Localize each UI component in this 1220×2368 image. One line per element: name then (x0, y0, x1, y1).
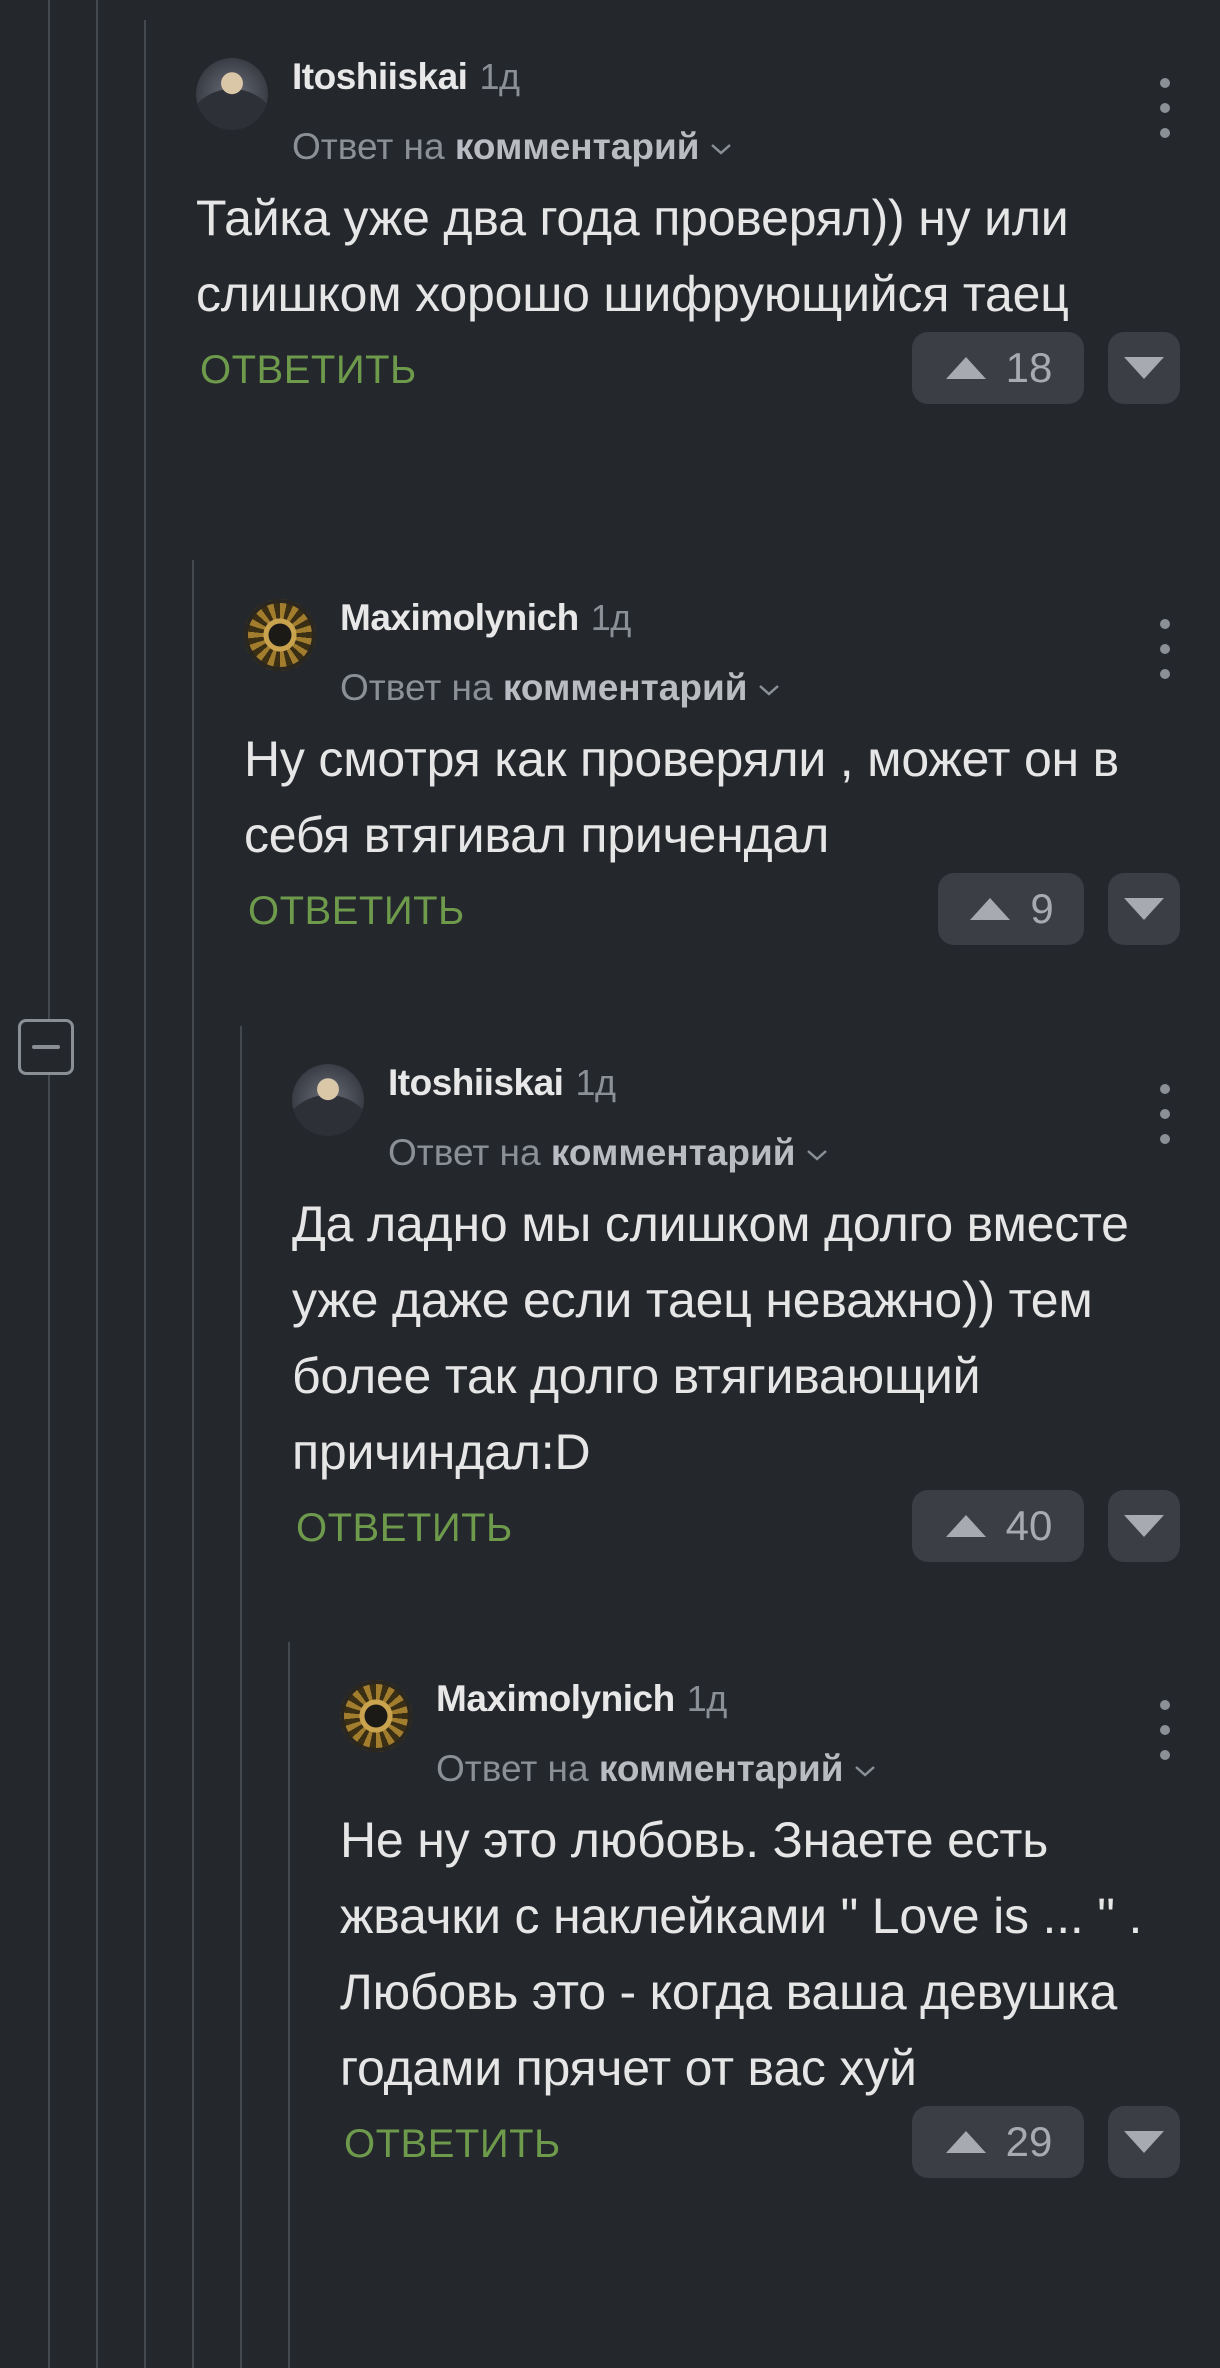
rating-value: 29 (1005, 2118, 1053, 2165)
comment-time: 1д (686, 1678, 728, 1719)
chevron-down-icon (807, 1150, 828, 1161)
kebab-menu-icon[interactable] (1150, 1084, 1180, 1144)
rating-value: 40 (1005, 1502, 1053, 1549)
triangle-up-icon (970, 898, 1011, 920)
comment-actions: ОТВЕТИТЬ 40 (292, 1490, 1180, 1562)
comment-header: Itoshiiskai 1д Ответ на комментарий (196, 30, 1180, 170)
downvote-button[interactable] (1108, 1490, 1180, 1562)
avatar-man-icon[interactable] (292, 1064, 364, 1136)
reply-target: комментарий (502, 667, 748, 708)
upvote-button[interactable]: 9 (938, 873, 1084, 945)
thread-line (144, 20, 146, 2368)
reply-prefix: Ответ на (340, 667, 493, 708)
downvote-button[interactable] (1108, 873, 1180, 945)
reply-to-link[interactable]: Ответ на комментарий (292, 126, 733, 168)
triangle-down-icon (1124, 898, 1164, 920)
comment: Maximolynich 1д Ответ на комментарий Не н… (340, 1652, 1180, 2178)
comment-text: Тайка уже два года проверял)) ну или сли… (196, 190, 1069, 322)
triangle-up-icon (945, 2131, 986, 2153)
triangle-up-icon (945, 1515, 986, 1537)
comment: Itoshiiskai 1д Ответ на комментарий Тайка… (196, 30, 1180, 404)
reply-to-link[interactable]: Ответ на комментарий (436, 1748, 877, 1790)
comment-time: 1д (479, 56, 520, 97)
comment-text: Ну смотря как проверяли , может он в себ… (244, 731, 1120, 863)
triangle-down-icon (1124, 2131, 1164, 2153)
chevron-down-icon (711, 144, 732, 155)
upvote-button[interactable]: 18 (912, 332, 1084, 404)
chevron-down-icon (855, 1766, 876, 1777)
comment-actions: ОТВЕТИТЬ 18 (196, 332, 1180, 404)
thread-line (288, 1642, 290, 2368)
thread-line (192, 560, 194, 2368)
reply-prefix: Ответ на (436, 1748, 589, 1789)
reply-to-link[interactable]: Ответ на комментарий (388, 1132, 829, 1174)
thread-line (48, 0, 50, 2368)
comment-header: Maximolynich 1д Ответ на комментарий (340, 1652, 1180, 1792)
comment-actions: ОТВЕТИТЬ 9 (244, 873, 1180, 945)
thread-line (240, 1026, 242, 2368)
author-name[interactable]: Itoshiiskai 1д (292, 56, 520, 98)
reply-target: комментарий (598, 1748, 844, 1789)
upvote-button[interactable]: 40 (912, 1490, 1084, 1562)
rating-value: 9 (1030, 885, 1054, 932)
reply-button[interactable]: ОТВЕТИТЬ (248, 889, 465, 934)
triangle-up-icon (945, 357, 986, 379)
thread-line (96, 0, 98, 2368)
reply-target: комментарий (550, 1132, 796, 1173)
kebab-menu-icon[interactable] (1150, 619, 1180, 679)
author-name[interactable]: Maximolynich 1д (340, 597, 631, 639)
comment: Itoshiiskai 1д Ответ на комментарий Да ла… (292, 1036, 1180, 1562)
reply-to-link[interactable]: Ответ на комментарий (340, 667, 781, 709)
reply-button[interactable]: ОТВЕТИТЬ (296, 1506, 513, 1551)
triangle-down-icon (1124, 1515, 1164, 1537)
chevron-down-icon (759, 685, 780, 696)
comment-text: Да ладно мы слишком долго вместе уже даж… (292, 1196, 1129, 1480)
rating-value: 18 (1005, 344, 1053, 391)
comment-text: Не ну это любовь. Знаете есть жвачки с н… (340, 1812, 1143, 2096)
downvote-button[interactable] (1108, 2106, 1180, 2178)
reply-prefix: Ответ на (292, 126, 445, 167)
reply-button[interactable]: ОТВЕТИТЬ (200, 348, 417, 393)
reply-target: комментарий (454, 126, 700, 167)
kebab-menu-icon[interactable] (1150, 1700, 1180, 1760)
minus-square-icon (32, 1045, 60, 1049)
comment-time: 1д (590, 597, 632, 638)
upvote-button[interactable]: 29 (912, 2106, 1084, 2178)
avatar-man-icon[interactable] (196, 58, 268, 130)
kebab-menu-icon[interactable] (1150, 78, 1180, 138)
comment-header: Maximolynich 1д Ответ на комментарий (244, 571, 1180, 711)
comment-actions: ОТВЕТИТЬ 29 (340, 2106, 1180, 2178)
triangle-down-icon (1124, 357, 1164, 379)
downvote-button[interactable] (1108, 332, 1180, 404)
comment-header: Itoshiiskai 1д Ответ на комментарий (292, 1036, 1180, 1176)
comment: Maximolynich 1д Ответ на комментарий Ну с… (244, 571, 1180, 945)
avatar-emblem-icon[interactable] (244, 599, 316, 671)
reply-prefix: Ответ на (388, 1132, 541, 1173)
collapse-thread-button[interactable] (18, 1019, 74, 1075)
author-name[interactable]: Itoshiiskai 1д (388, 1062, 616, 1104)
avatar-emblem-icon[interactable] (340, 1680, 412, 1752)
reply-button[interactable]: ОТВЕТИТЬ (344, 2122, 561, 2167)
comment-time: 1д (575, 1062, 616, 1103)
author-name[interactable]: Maximolynich 1д (436, 1678, 727, 1720)
